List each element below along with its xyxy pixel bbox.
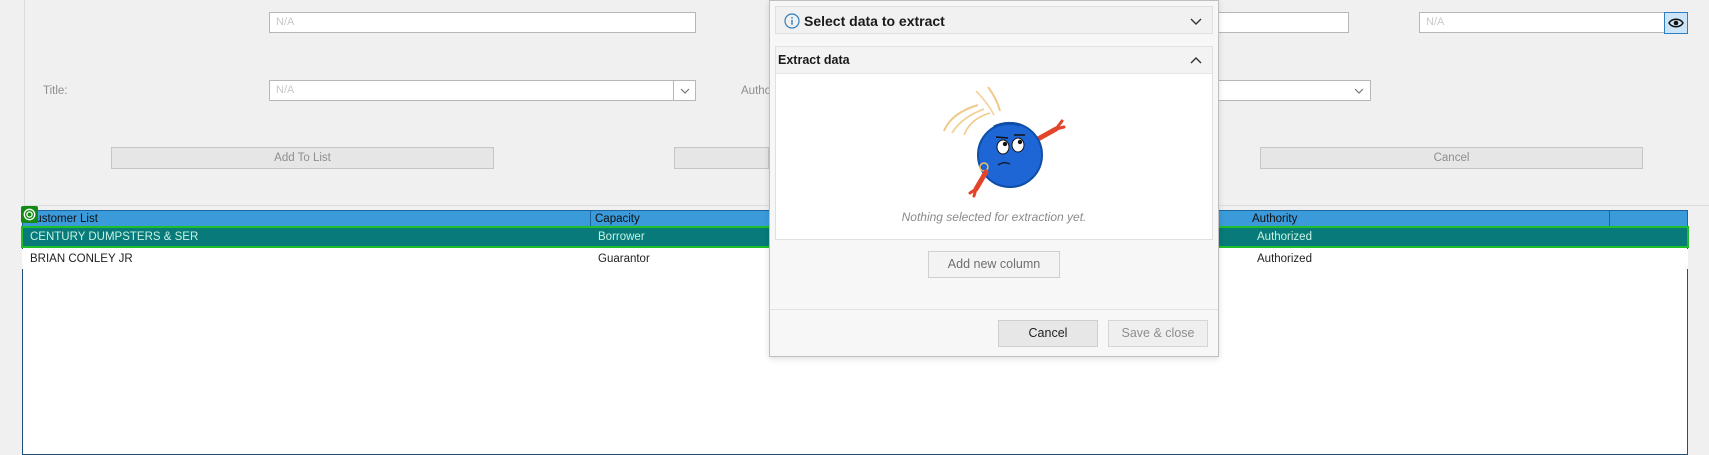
cell-capacity: Guarantor [598,253,650,265]
field-input-3[interactable]: N/A [1419,12,1665,33]
title-label: Title: [43,85,68,97]
field-input-2[interactable] [1218,12,1349,33]
field-placeholder: N/A [1426,16,1445,28]
cell-authority: Authorized [1257,253,1312,265]
cancel-button[interactable]: Cancel [998,320,1098,347]
title-combo[interactable]: N/A [269,80,696,101]
chevron-down-icon[interactable] [673,81,695,100]
cell-authority: Authorized [1257,231,1312,243]
extract-data-header[interactable]: Extract data [776,47,1212,74]
field-placeholder: N/A [276,16,295,28]
eye-icon [1668,18,1684,28]
extract-data-title: Extract data [778,53,850,67]
chevron-down-icon[interactable] [1348,81,1370,100]
empty-state-message: Nothing selected for extraction yet. [901,210,1087,224]
form-cancel-button[interactable]: Cancel [1260,147,1643,169]
extract-data-section: Extract data Nothing selected for extrac… [775,46,1213,240]
chevron-down-icon[interactable] [1190,18,1202,25]
select-data-section-header[interactable]: Select data to extract [775,6,1213,34]
cell-customer-name: CENTURY DUMPSTERS & SER [30,231,199,243]
add-new-column-button[interactable]: Add new column [928,251,1060,278]
column-header-authority[interactable]: Authority [1248,211,1610,226]
add-to-list-button[interactable]: Add To List [111,147,494,169]
panel-footer-divider [770,309,1218,310]
column-header-capacity[interactable]: Capacity [591,211,791,226]
form-middle-button[interactable] [674,147,769,169]
field-input-1[interactable]: N/A [269,12,696,33]
info-icon [784,13,800,29]
field-placeholder: N/A [276,84,295,96]
cell-customer-name: BRIAN CONLEY JR [30,253,133,265]
cell-capacity: Borrower [598,231,645,243]
authority-label: Autho [741,85,772,97]
mascot-illustration [943,86,1066,198]
column-header-extra [1610,211,1687,226]
chevron-up-icon[interactable] [1190,57,1202,64]
select-data-title: Select data to extract [804,13,945,29]
save-and-close-button[interactable]: Save & close [1108,320,1208,347]
column-header-customer-list[interactable]: Customer List [23,211,591,226]
authority-combo[interactable] [1218,80,1371,101]
eye-toggle-button[interactable] [1664,12,1688,34]
selection-target-icon[interactable] [21,206,38,223]
